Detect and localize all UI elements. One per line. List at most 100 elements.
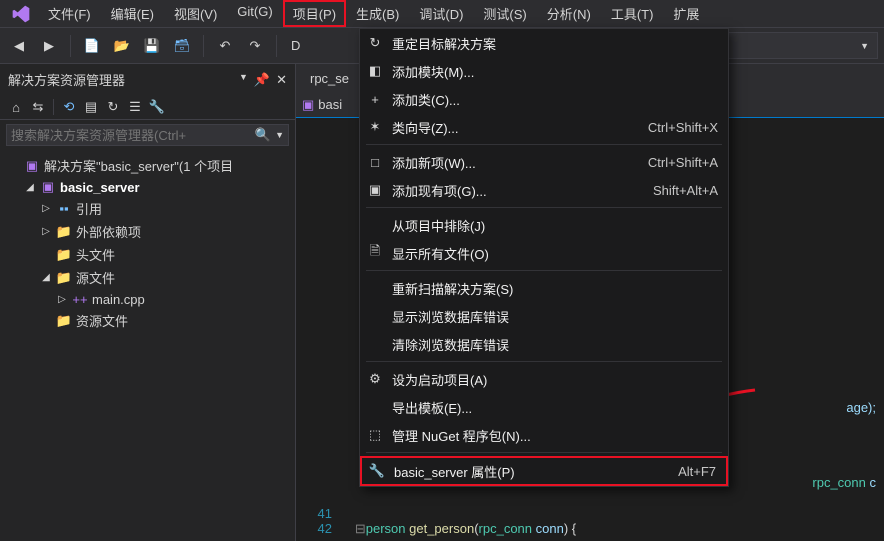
menu-item-label: 从项目中排除(J) [392,216,694,235]
solution-explorer: 解决方案资源管理器 ▼ 📌 ✕ ⌂ ⇆ ⟲ ▤ ↻ ☰ 🔧 🔍 ▼ ▣ [0,64,296,541]
expander-icon[interactable]: ▷ [40,226,52,237]
menu-item-icon: □ [366,153,384,171]
menu-item-label: 清除浏览数据库错误 [392,335,694,354]
expander-icon[interactable]: ◢ [24,182,36,193]
menu-item[interactable]: ▣添加现有项(G)...Shift+Alt+A [360,176,728,204]
resources-label: 资源文件 [76,311,128,330]
search-box[interactable]: 🔍 ▼ [6,124,289,146]
dropdown-icon[interactable]: ▼ [239,72,248,88]
menu-git[interactable]: Git(G) [227,0,282,27]
menu-separator [366,144,722,145]
main-cpp-node[interactable]: ▷ ++ main.cpp [0,289,295,309]
menu-分析[interactable]: 分析(N) [537,0,601,27]
collapse-icon[interactable]: ⊟ [355,521,366,536]
menu-item-label: 显示浏览数据库错误 [392,307,694,326]
sources-node[interactable]: ◢ 📁 源文件 [0,266,295,289]
search-icon[interactable]: 🔍 [255,127,271,143]
separator [53,99,54,115]
line-number: 41 [304,506,332,521]
menu-item-shortcut: Alt+F7 [678,464,716,479]
save-all-icon[interactable]: 🗃 [169,33,195,59]
menu-编辑[interactable]: 编辑(E) [101,0,164,27]
menu-item[interactable]: 清除浏览数据库错误 [360,330,728,358]
menu-item[interactable]: 导出模板(E)... [360,393,728,421]
folder-icon: 📁 [56,247,72,263]
nav-back-icon[interactable]: ◀ [6,33,32,59]
chevron-down-icon: ▼ [860,41,869,51]
menu-item-icon: ⚙ [366,370,384,388]
menu-item-shortcut: Ctrl+Shift+X [648,120,718,135]
menu-item[interactable]: ↻重定目标解决方案 [360,29,728,57]
menu-item-label: 设为启动项目(A) [392,370,694,389]
menu-item-icon: ⬚ [366,426,384,444]
menu-item[interactable]: +添加类(C)... [360,85,728,113]
headers-node[interactable]: 📁 头文件 [0,243,295,266]
menu-item-icon: ↻ [366,34,384,52]
solution-node[interactable]: ▣ 解决方案"basic_server"(1 个项目 [0,154,295,177]
refresh-icon[interactable]: ↻ [103,97,123,117]
project-label: basic_server [60,180,140,195]
menu-item-icon: 🔧 [368,462,386,480]
close-icon[interactable]: ✕ [276,72,287,88]
menu-扩展[interactable]: 扩展 [663,0,709,27]
menu-item[interactable]: 从项目中排除(J) [360,211,728,239]
code-line: ⊟person get_person(rpc_conn conn) { [344,521,576,537]
project-node[interactable]: ◢ ▣ basic_server [0,177,295,197]
menu-生成[interactable]: 生成(B) [346,0,409,27]
menu-item-shortcut: Ctrl+Shift+A [648,155,718,170]
menu-item[interactable]: 🔧basic_server 属性(P)Alt+F7 [360,456,728,486]
menu-调试[interactable]: 调试(D) [409,0,473,27]
nav-fwd-icon[interactable]: ▶ [36,33,62,59]
expander-icon[interactable]: ◢ [40,272,52,283]
line-number: 42 [304,521,332,537]
filter-icon[interactable]: ▤ [81,97,101,117]
solution-label: 解决方案"basic_server"(1 个项目 [44,156,233,175]
expander-icon[interactable]: ▷ [40,203,52,214]
menu-item-icon [366,307,384,325]
editor-tab[interactable]: rpc_se [300,67,359,90]
home-icon[interactable]: ⌂ [6,97,26,117]
redo-icon[interactable]: ↷ [242,33,268,59]
sync-icon[interactable]: ⟲ [59,97,79,117]
menu-item[interactable]: 重新扫描解决方案(S) [360,274,728,302]
menu-item-icon [366,335,384,353]
menu-item[interactable]: □添加新项(W)...Ctrl+Shift+A [360,148,728,176]
new-icon[interactable]: 📄 [79,33,105,59]
external-node[interactable]: ▷ 📁 外部依赖项 [0,220,295,243]
cpp-icon: ++ [72,291,88,307]
folder-icon: 📁 [56,224,72,240]
menu-item-label: 添加现有项(G)... [392,181,629,200]
menu-测试[interactable]: 测试(S) [473,0,536,27]
menu-item[interactable]: ✶类向导(Z)...Ctrl+Shift+X [360,113,728,141]
save-icon[interactable]: 💾 [139,33,165,59]
menu-item-icon: + [366,90,384,108]
resources-node[interactable]: 📁 资源文件 [0,309,295,332]
menu-item[interactable]: ⬚管理 NuGet 程序包(N)... [360,421,728,449]
menu-item[interactable]: 🗎显示所有文件(O) [360,239,728,267]
folder-icon: 📁 [56,313,72,329]
show-all-icon[interactable]: ☰ [125,97,145,117]
references-icon: ▪▪ [56,201,72,217]
menu-工具[interactable]: 工具(T) [601,0,664,27]
external-label: 外部依赖项 [76,222,141,241]
menu-item[interactable]: ◧添加模块(M)... [360,57,728,85]
cpp-file-icon: ▣ [302,97,314,113]
open-icon[interactable]: 📂 [109,33,135,59]
menu-item-label: 添加模块(M)... [392,62,694,81]
pin-icon[interactable]: 📌 [254,72,270,88]
panel-toolbar: ⌂ ⇆ ⟲ ▤ ↻ ☰ 🔧 [0,95,295,120]
search-input[interactable] [11,128,255,143]
properties-icon[interactable]: 🔧 [147,97,167,117]
expander-icon[interactable]: ▷ [56,294,68,305]
separator [70,35,71,57]
switch-icon[interactable]: ⇆ [28,97,48,117]
menu-item[interactable]: ⚙ 设为启动项目(A) [360,365,728,393]
menu-separator [366,361,722,362]
menu-视图[interactable]: 视图(V) [164,0,227,27]
menu-项目[interactable]: 项目(P) [283,0,346,27]
menu-item[interactable]: 显示浏览数据库错误 [360,302,728,330]
undo-icon[interactable]: ↶ [212,33,238,59]
menu-文件[interactable]: 文件(F) [38,0,101,27]
chevron-down-icon[interactable]: ▼ [275,130,284,140]
references-node[interactable]: ▷ ▪▪ 引用 [0,197,295,220]
